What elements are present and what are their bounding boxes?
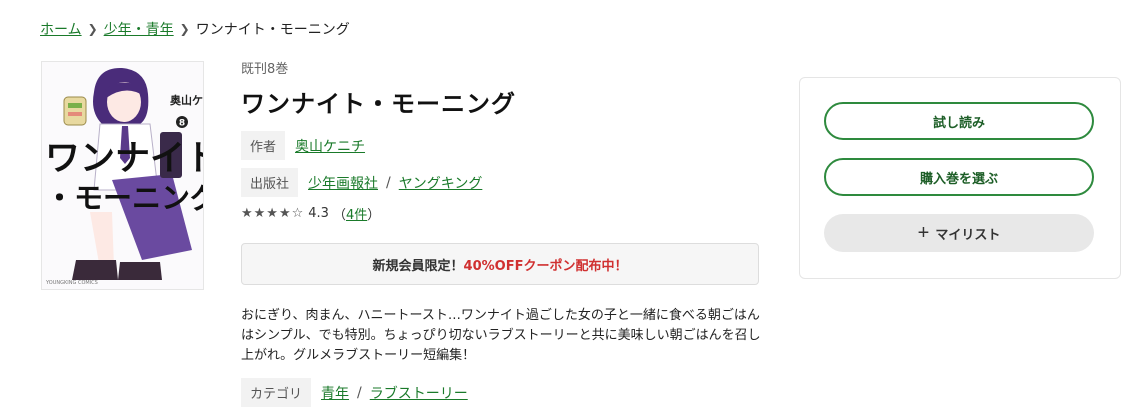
separator: / (386, 174, 391, 191)
rating-value: 4.3 (308, 206, 329, 221)
trial-read-button[interactable]: 試し読み (824, 102, 1094, 140)
coupon-banner[interactable]: 新規会員限定！ 40%OFFクーポン配布中！ (241, 243, 759, 285)
breadcrumb-home-link[interactable]: ホーム (40, 19, 82, 39)
breadcrumb-category-link[interactable]: 少年・青年 (104, 19, 174, 39)
review-count-link[interactable]: 4件 (346, 204, 367, 223)
author-link[interactable]: 奥山ケニチ (295, 136, 365, 156)
category-link-love-story[interactable]: ラブストーリー (370, 383, 468, 403)
category-link-seinen[interactable]: 青年 (321, 383, 349, 403)
coupon-prefix: 新規会員限定！ (372, 258, 464, 274)
author-label: 作者 (241, 131, 286, 160)
cover-publisher-mark: YOUNGKING COMICS (45, 280, 98, 286)
category-row: カテゴリ 青年 / ラブストーリー (241, 378, 761, 407)
cover-author: 奥山ケニチ (169, 93, 203, 107)
cover-volume: 8 (179, 119, 185, 129)
book-cover-image[interactable]: 8 奥山ケニチ ワンナイト ・モーニング YOUNGKING COMICS (41, 61, 204, 290)
book-description: おにぎり、肉まん、ハニートースト…ワンナイト過ごした女の子と一緒に食べる朝ごはん… (241, 308, 761, 363)
select-volume-label: 購入巻を選ぶ (919, 170, 998, 186)
coupon-highlight: 40%OFFクーポン配布中！ (463, 258, 628, 274)
publisher-link[interactable]: 少年画報社 (308, 173, 378, 193)
plus-icon: + (917, 222, 930, 244)
mylist-label: マイリスト (935, 226, 1001, 242)
author-row: 作者 奥山ケニチ (241, 131, 761, 160)
cover-art: 8 奥山ケニチ ワンナイト ・モーニング YOUNGKING COMICS (42, 62, 203, 289)
action-panel: 試し読み 購入巻を選ぶ + マイリスト (799, 77, 1121, 279)
chevron-right-icon: ❯ (179, 22, 190, 36)
imprint-link[interactable]: ヤングキング (399, 173, 483, 193)
category-label: カテゴリ (241, 378, 312, 407)
add-to-mylist-button[interactable]: + マイリスト (824, 214, 1094, 252)
chevron-right-icon: ❯ (87, 22, 98, 36)
separator: / (357, 384, 362, 401)
page-title: ワンナイト・モーニング (241, 90, 516, 118)
publisher-label: 出版社 (241, 168, 299, 197)
rating-row: ★★★★☆ 4.3 （ 4件 ） (241, 204, 761, 223)
cover-title-line2: ・モーニング (45, 181, 203, 215)
select-volume-button[interactable]: 購入巻を選ぶ (824, 158, 1094, 196)
volume-count: 既刊8巻 (241, 62, 289, 77)
star-rating-icon: ★★★★☆ (241, 206, 305, 221)
cover-title-line1: ワンナイト (45, 139, 203, 179)
breadcrumb: ホーム ❯ 少年・青年 ❯ ワンナイト・モーニング (40, 19, 350, 39)
review-open-paren: （ (332, 208, 346, 223)
book-info: 既刊8巻 ワンナイト・モーニング 作者 奥山ケニチ 出版社 少年画報社 / ヤン… (241, 58, 761, 407)
review-close-paren: ） (367, 208, 381, 223)
publisher-row: 出版社 少年画報社 / ヤングキング (241, 168, 761, 197)
breadcrumb-current: ワンナイト・モーニング (195, 22, 350, 38)
